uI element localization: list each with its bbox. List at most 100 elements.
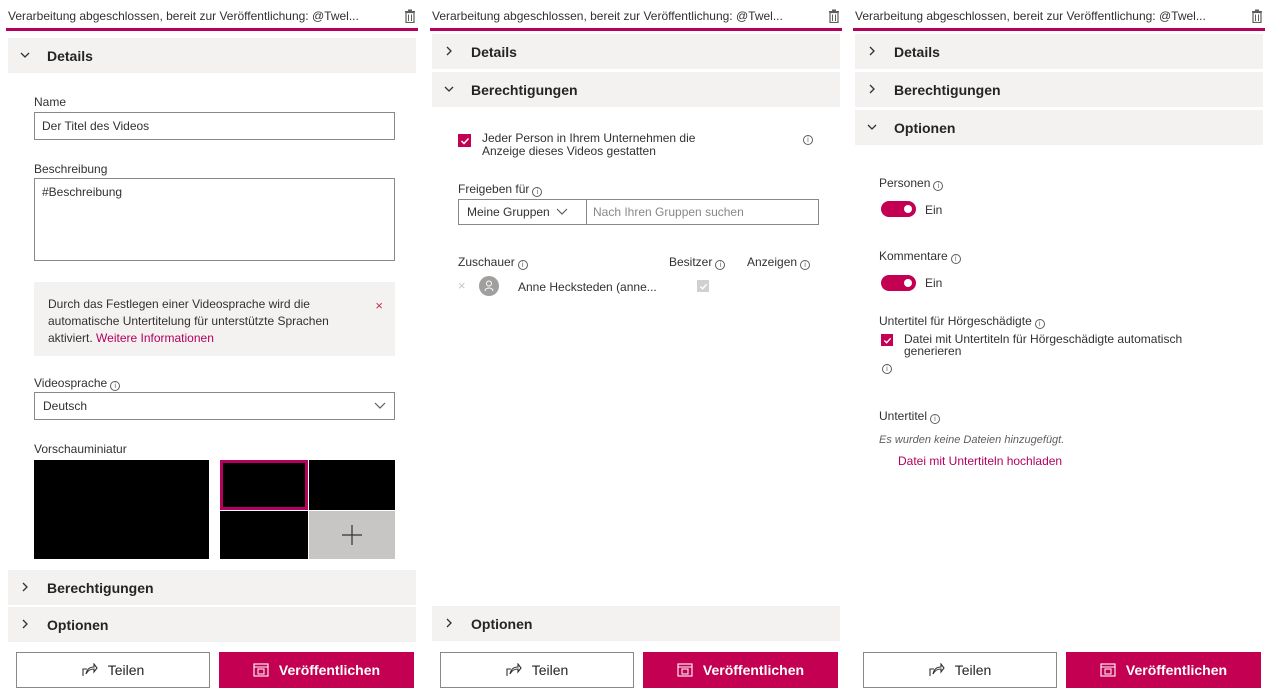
section-permissions-header[interactable]: Berechtigungen: [8, 570, 416, 605]
status-bar: Verarbeitung abgeschlossen, bereit zur V…: [6, 0, 418, 31]
permissions-panel: Verarbeitung abgeschlossen, bereit zur V…: [430, 0, 842, 693]
section-details-header[interactable]: Details: [8, 38, 416, 73]
close-icon[interactable]: ×: [458, 278, 466, 293]
allow-all-checkbox[interactable]: [458, 134, 471, 147]
info-icon[interactable]: i: [1034, 319, 1045, 329]
more-info-link[interactable]: Weitere Informationen: [96, 331, 214, 345]
share-button[interactable]: Teilen: [16, 652, 210, 688]
thumbnail-selected[interactable]: [220, 460, 308, 510]
viewers-column-header: Zuschauer i: [458, 255, 528, 270]
publish-label: Veröffentlichen: [702, 662, 805, 678]
captions-auto-label: Datei mit Untertiteln für Hörgeschädigte…: [904, 332, 1183, 358]
people-label: Personen i: [879, 176, 944, 191]
captions-auto-checkbox[interactable]: [881, 334, 893, 346]
chevron-down-icon: [20, 52, 30, 58]
publish-icon: [677, 663, 693, 677]
thumbnail-option[interactable]: [220, 511, 308, 559]
person-icon: [484, 280, 494, 292]
details-body: Name Der Titel des Videos Beschreibung #…: [8, 73, 416, 568]
chevron-down-icon: [556, 208, 568, 215]
info-icon[interactable]: i: [950, 254, 961, 264]
people-toggle[interactable]: [881, 201, 916, 217]
status-text: Verarbeitung abgeschlossen, bereit zur V…: [432, 9, 783, 23]
share-button[interactable]: Teilen: [440, 652, 634, 688]
thumbnail-option[interactable]: [309, 460, 395, 510]
chevron-right-icon: [869, 84, 875, 94]
name-input[interactable]: Der Titel des Videos: [34, 112, 395, 140]
checkmark-icon: [460, 137, 470, 145]
publish-icon: [253, 663, 269, 677]
status-text: Verarbeitung abgeschlossen, bereit zur V…: [855, 9, 1206, 23]
info-icon[interactable]: i: [800, 260, 811, 270]
share-label: Teilen: [531, 662, 569, 678]
info-icon[interactable]: i: [930, 414, 941, 424]
trash-icon[interactable]: [828, 9, 840, 23]
publish-button[interactable]: Veröffentlichen: [1066, 652, 1261, 688]
section-details-header[interactable]: Details: [432, 34, 840, 69]
close-icon[interactable]: ×: [375, 297, 383, 314]
captions-label: Untertitel für Hörgeschädigte i: [879, 314, 1045, 329]
section-details-header[interactable]: Details: [855, 34, 1263, 69]
info-icon[interactable]: i: [933, 181, 944, 191]
info-icon[interactable]: i: [882, 364, 892, 374]
language-dropdown[interactable]: Deutsch: [34, 392, 395, 420]
trash-icon[interactable]: [1251, 9, 1263, 23]
add-thumbnail-button[interactable]: [309, 511, 395, 559]
options-body: Personen i Ein Kommentare i Ein Untertitel…: [855, 145, 1263, 640]
comments-state: Ein: [925, 276, 943, 290]
thumbnail-large[interactable]: [34, 460, 209, 559]
info-icon[interactable]: i: [110, 381, 121, 391]
publish-button[interactable]: Veröffentlichen: [219, 652, 414, 688]
description-textarea[interactable]: #Beschreibung: [34, 178, 395, 261]
chevron-right-icon: [446, 46, 452, 56]
checkmark-icon: [699, 283, 708, 290]
section-permissions-label: Berechtigungen: [471, 82, 578, 98]
trash-icon[interactable]: [404, 9, 416, 23]
no-files-text: Es wurden keine Dateien hinzugefügt.: [879, 434, 1065, 446]
chevron-down-icon: [867, 124, 877, 130]
avatar: [479, 276, 499, 296]
info-icon[interactable]: i: [532, 187, 543, 197]
people-state: Ein: [925, 203, 943, 217]
name-label: Name: [34, 95, 67, 109]
checkmark-icon: [883, 337, 892, 344]
share-button[interactable]: Teilen: [863, 652, 1057, 688]
group-search-input[interactable]: Nach Ihren Gruppen suchen: [586, 199, 819, 225]
section-details-label: Details: [471, 44, 517, 60]
section-details-label: Details: [894, 44, 940, 60]
plus-icon: [342, 525, 362, 545]
chevron-right-icon: [869, 46, 875, 56]
section-options-header[interactable]: Optionen: [8, 607, 416, 642]
chevron-down-icon: [374, 402, 386, 409]
permissions-body: Jeder Person in Ihrem Unternehmen die An…: [432, 107, 840, 604]
language-value: Deutsch: [43, 399, 88, 413]
group-select-value: Meine Gruppen: [467, 205, 550, 219]
info-icon[interactable]: i: [803, 135, 813, 145]
section-options-header[interactable]: Optionen: [855, 110, 1263, 145]
chevron-right-icon: [22, 582, 28, 592]
info-icon[interactable]: i: [517, 260, 528, 270]
thumbnail-label: Vorschauminiatur: [34, 442, 127, 456]
section-permissions-header[interactable]: Berechtigungen: [855, 72, 1263, 107]
status-bar: Verarbeitung abgeschlossen, bereit zur V…: [853, 0, 1265, 31]
owner-checkbox[interactable]: [697, 280, 709, 292]
section-options-header[interactable]: Optionen: [432, 606, 840, 641]
status-bar: Verarbeitung abgeschlossen, bereit zur V…: [430, 0, 842, 31]
upload-subtitles-link[interactable]: Datei mit Untertiteln hochladen: [898, 454, 1062, 468]
info-icon[interactable]: i: [715, 260, 726, 270]
owner-column-header: Besitzer i: [669, 255, 726, 270]
section-details-label: Details: [47, 48, 93, 64]
chevron-right-icon: [446, 618, 452, 628]
section-permissions-header[interactable]: Berechtigungen: [432, 72, 840, 107]
subtitles-label: Untertitel i: [879, 409, 941, 424]
section-options-label: Optionen: [471, 616, 533, 632]
description-label: Beschreibung: [34, 162, 108, 176]
share-icon: [506, 663, 522, 676]
publish-button[interactable]: Veröffentlichen: [643, 652, 838, 688]
options-panel: Verarbeitung abgeschlossen, bereit zur V…: [853, 0, 1265, 693]
publish-label: Veröffentlichen: [1125, 662, 1228, 678]
comments-toggle[interactable]: [881, 275, 916, 291]
share-icon: [929, 663, 945, 676]
footer: Teilen Veröffentlichen: [430, 642, 842, 693]
group-select[interactable]: Meine Gruppen: [458, 199, 587, 225]
